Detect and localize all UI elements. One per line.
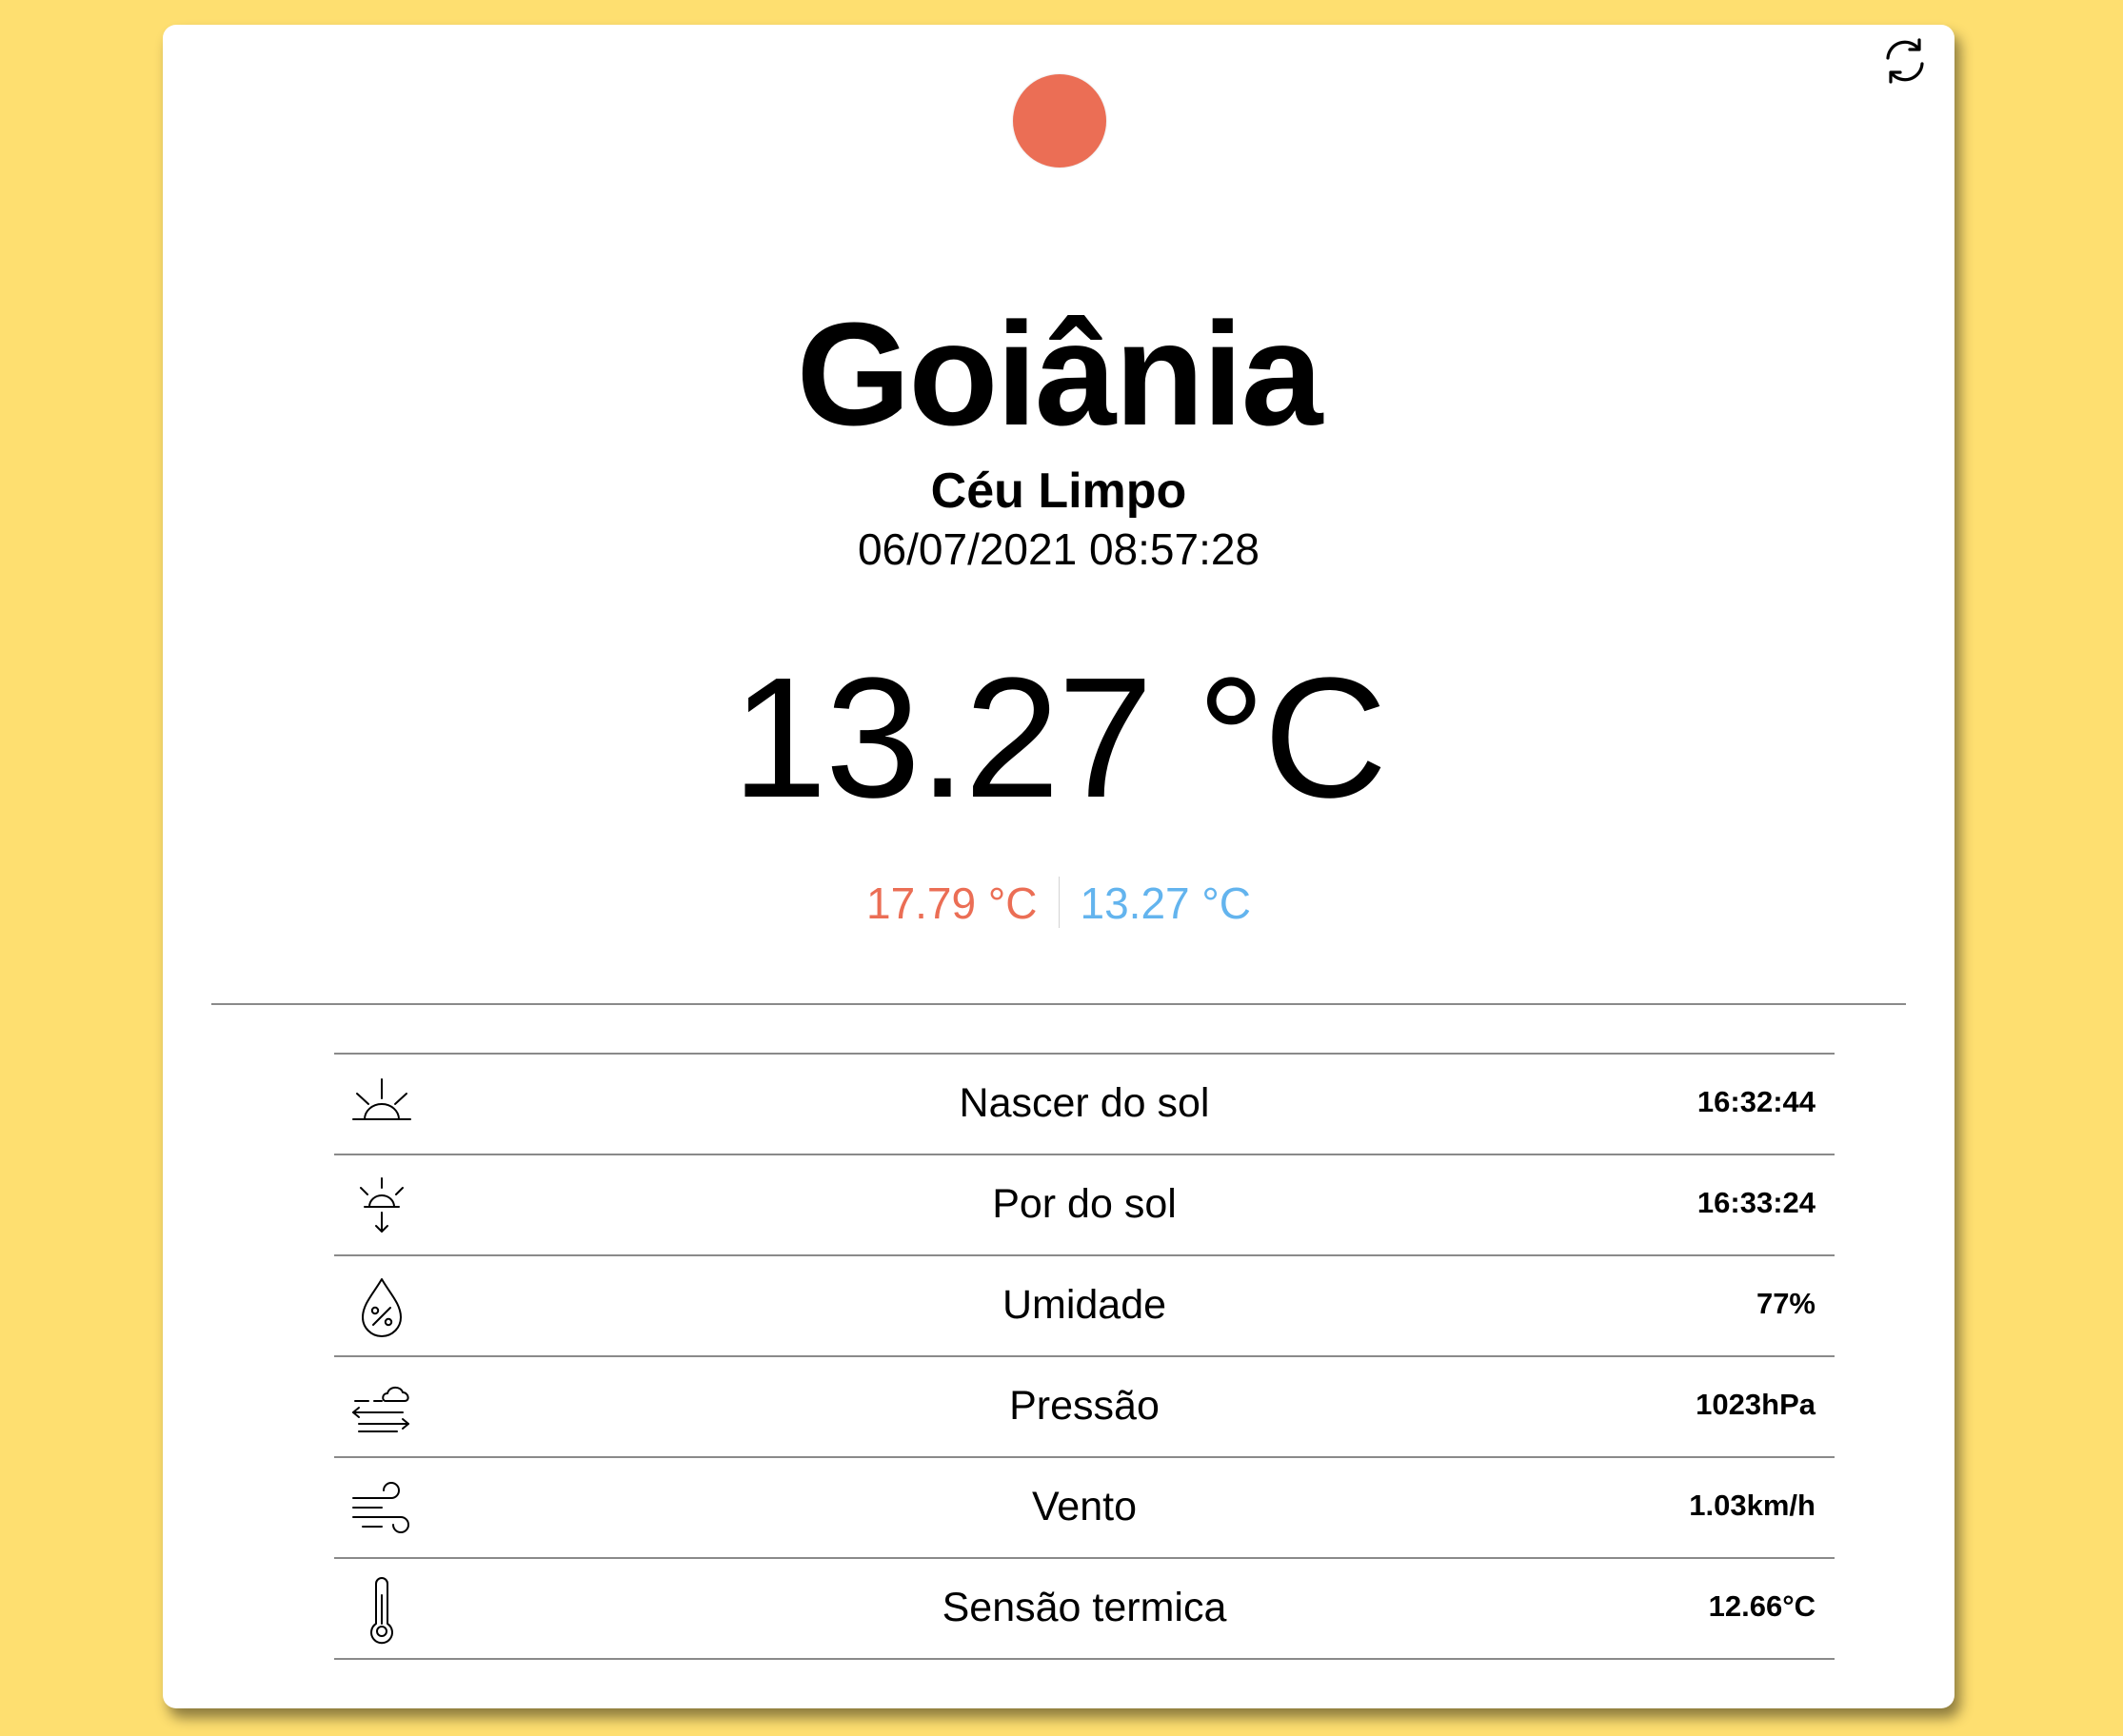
detail-label: Umidade [1002, 1282, 1167, 1328]
current-temperature: 13.27 °C [731, 642, 1387, 834]
detail-value: 12.66°C [1708, 1589, 1815, 1623]
detail-value: 16:32:44 [1696, 1085, 1815, 1118]
detail-row-feels-like: Sensão termica 12.66°C [334, 1559, 1835, 1660]
min-temperature: 13.27 °C [1080, 878, 1252, 928]
detail-label: Pressão [1009, 1383, 1160, 1429]
weather-card: Goiânia Céu Limpo 06/07/2021 08:57:28 13… [163, 25, 1954, 1708]
detail-value: 16:33:24 [1696, 1186, 1815, 1219]
detail-row-sunrise: Nascer do sol 16:32:44 [334, 1055, 1835, 1155]
refresh-icon[interactable] [1876, 32, 1934, 89]
section-divider [211, 1003, 1906, 1005]
detail-label: Por do sol [992, 1181, 1177, 1227]
detail-label: Vento [1032, 1484, 1137, 1529]
max-temperature: 17.79 °C [865, 878, 1038, 928]
detail-row-humidity: Umidade 77% [334, 1256, 1835, 1357]
detail-value: 1.03km/h [1689, 1489, 1815, 1522]
detail-value: 1023hPa [1696, 1388, 1815, 1421]
detail-label: Nascer do sol [959, 1080, 1210, 1126]
detail-row-wind: Vento 1.03km/h [334, 1458, 1835, 1559]
weather-status-dot [1013, 74, 1106, 168]
details-table: Nascer do sol 16:32:44 Por do sol 16:33:… [334, 1053, 1835, 1660]
detail-label: Sensão termica [942, 1585, 1227, 1630]
date-time: 06/07/2021 08:57:28 [857, 524, 1260, 574]
detail-row-pressure: Pressão 1023hPa [334, 1357, 1835, 1458]
city-name: Goiânia [796, 292, 1323, 456]
weather-description: Céu Limpo [930, 464, 1187, 519]
min-max-temperature: 17.79 °C 13.27 °C [163, 876, 1954, 928]
detail-row-sunset: Por do sol 16:33:24 [334, 1155, 1835, 1256]
detail-value: 77% [1756, 1287, 1815, 1320]
